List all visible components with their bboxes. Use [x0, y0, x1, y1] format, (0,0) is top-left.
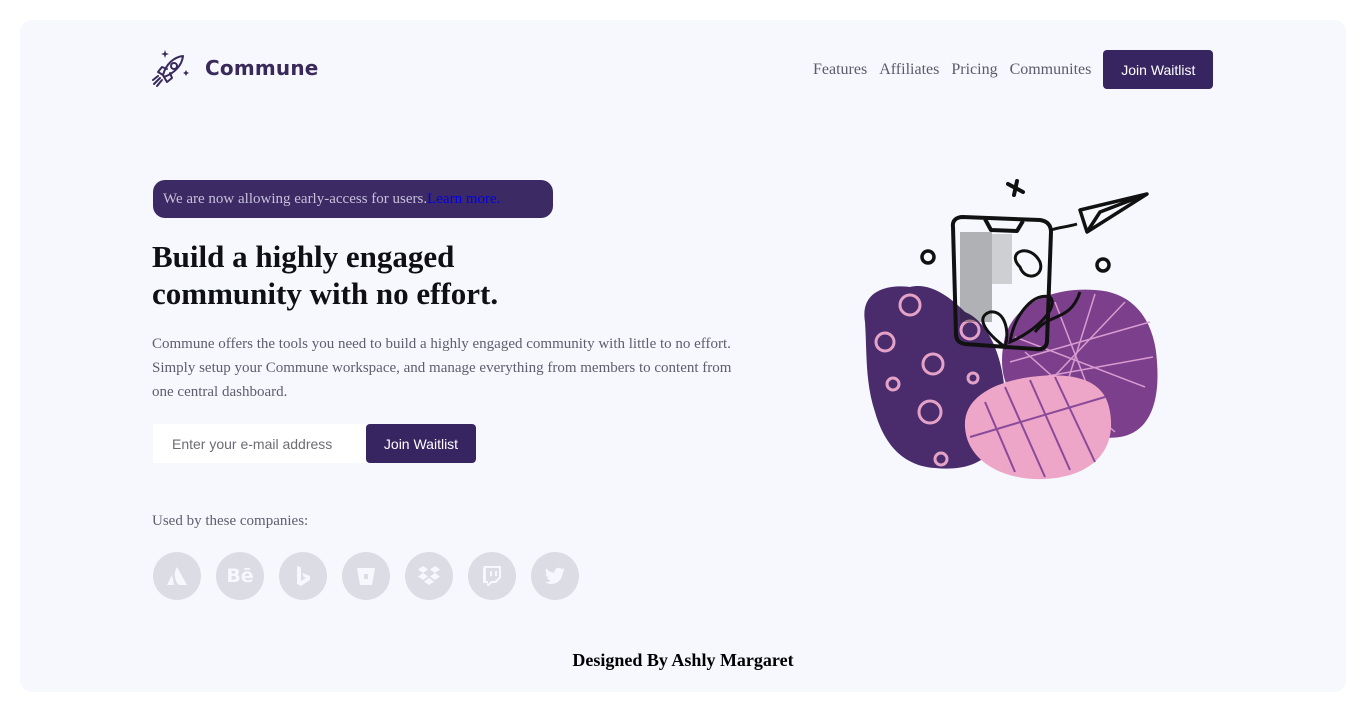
- behance-icon: Bē: [216, 552, 264, 600]
- rocket-icon: [152, 50, 189, 87]
- announcement-text: We are now allowing early-access for use…: [163, 190, 428, 207]
- waitlist-form: Join Waitlist: [153, 424, 476, 463]
- join-waitlist-button[interactable]: Join Waitlist: [366, 424, 476, 463]
- nav-link-pricing[interactable]: Pricing: [951, 61, 997, 79]
- footer-credit: Designed By Ashly Margaret: [572, 650, 794, 670]
- main-nav: Features Affiliates Pricing Communites J…: [813, 50, 1214, 89]
- bing-icon: [279, 552, 327, 600]
- atlassian-icon: [153, 552, 201, 600]
- company-logos: Bē: [153, 552, 594, 600]
- nav-link-features[interactable]: Features: [813, 61, 867, 79]
- companies-label: Used by these companies:: [152, 513, 309, 529]
- bitbucket-icon: [342, 552, 390, 600]
- brand-logo[interactable]: Commune: [152, 48, 319, 88]
- hero-description: Commune offers the tools you need to bui…: [152, 336, 732, 400]
- nav-link-communities[interactable]: Communites: [1010, 61, 1092, 79]
- hero-headline: Build a highly engaged community with no…: [152, 239, 499, 311]
- announcement-banner: We are now allowing early-access for use…: [153, 180, 553, 218]
- learn-more-link[interactable]: Learn more.: [427, 191, 500, 208]
- nav-join-waitlist-button[interactable]: Join Waitlist: [1103, 50, 1214, 89]
- twitch-icon: [468, 552, 516, 600]
- hero-illustration: [864, 179, 1158, 480]
- nav-link-affiliates[interactable]: Affiliates: [879, 61, 939, 79]
- brand-name: Commune: [205, 56, 319, 80]
- behance-text: Bē: [226, 565, 254, 587]
- dropbox-icon: [405, 552, 453, 600]
- twitter-icon: [531, 552, 579, 600]
- email-input[interactable]: [153, 424, 366, 463]
